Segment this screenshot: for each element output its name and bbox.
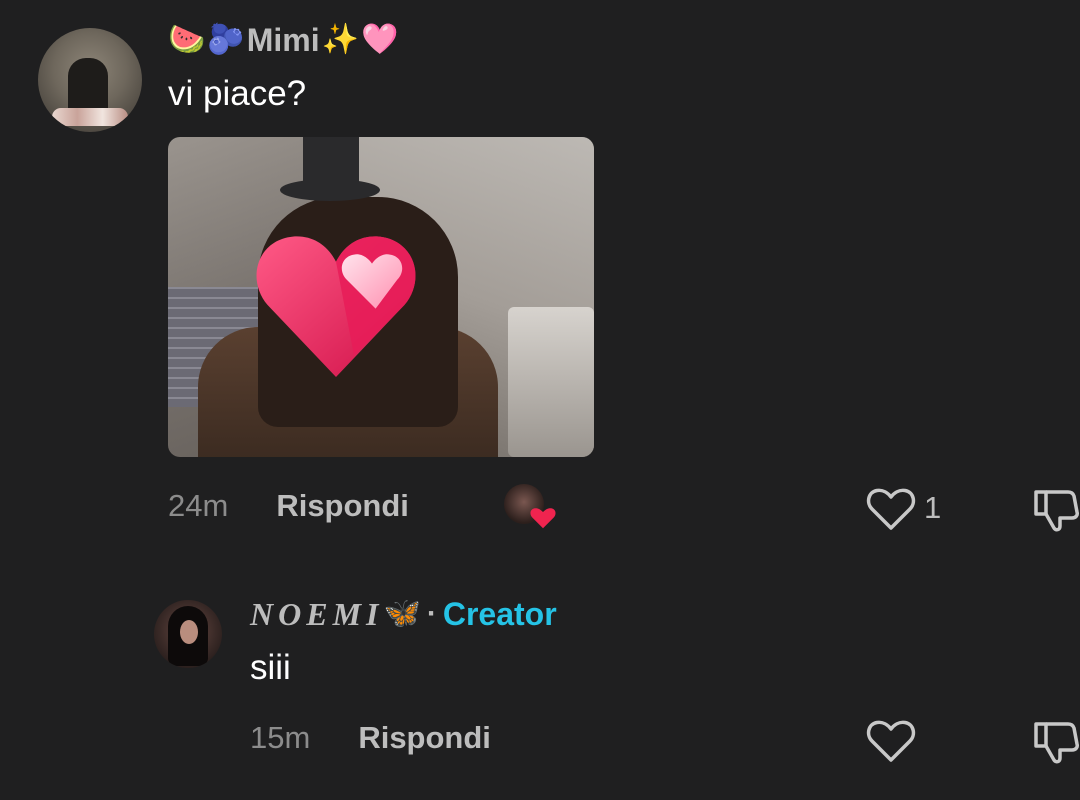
username-text: NOEMI (250, 595, 384, 632)
comment-photo[interactable] (168, 137, 594, 457)
comment-time: 15m (250, 720, 311, 755)
creator-badge: Creator (442, 595, 557, 632)
heart-outline-icon[interactable] (866, 486, 916, 532)
photo-hat (303, 137, 359, 193)
dislike-icon[interactable] (1032, 486, 1080, 534)
creator-liked-badge (504, 484, 556, 529)
separator-dot: · (426, 597, 437, 630)
heart-outline-icon[interactable] (866, 718, 916, 764)
blueberries-emoji: 🫐 (207, 23, 245, 56)
username-noemi[interactable]: NOEMI 🦋 · Creator (250, 592, 557, 636)
reply-button[interactable]: Rispondi (358, 720, 491, 756)
comment-time: 24m (168, 488, 229, 523)
butterfly-emoji: 🦋 (383, 597, 421, 630)
like-count: 1 (924, 490, 942, 525)
avatar-flowers (52, 108, 128, 126)
reply-button[interactable]: Rispondi (276, 488, 409, 524)
username-mimi[interactable]: 🍉 🫐 Mimi ✨ 🩷 (168, 18, 398, 62)
avatar-face (180, 620, 198, 644)
comment-actions: 15m Rispondi (250, 720, 491, 756)
heart-sticker-icon (256, 236, 416, 377)
photo-washing-machine (508, 307, 594, 457)
dislike-icon[interactable] (1032, 718, 1080, 766)
pink-heart-emoji: 🩷 (360, 23, 399, 56)
comment-actions: 24m Rispondi (168, 488, 409, 524)
username-text: Mimi (246, 21, 320, 58)
watermelon-emoji: 🍉 (168, 23, 206, 56)
sparkles-emoji: ✨ (321, 23, 359, 56)
comment-text: siii (250, 648, 291, 687)
heart-icon (530, 508, 556, 529)
avatar-mimi[interactable] (38, 28, 142, 132)
avatar-noemi[interactable] (154, 600, 222, 668)
comment-text: vi piace? (168, 74, 307, 113)
